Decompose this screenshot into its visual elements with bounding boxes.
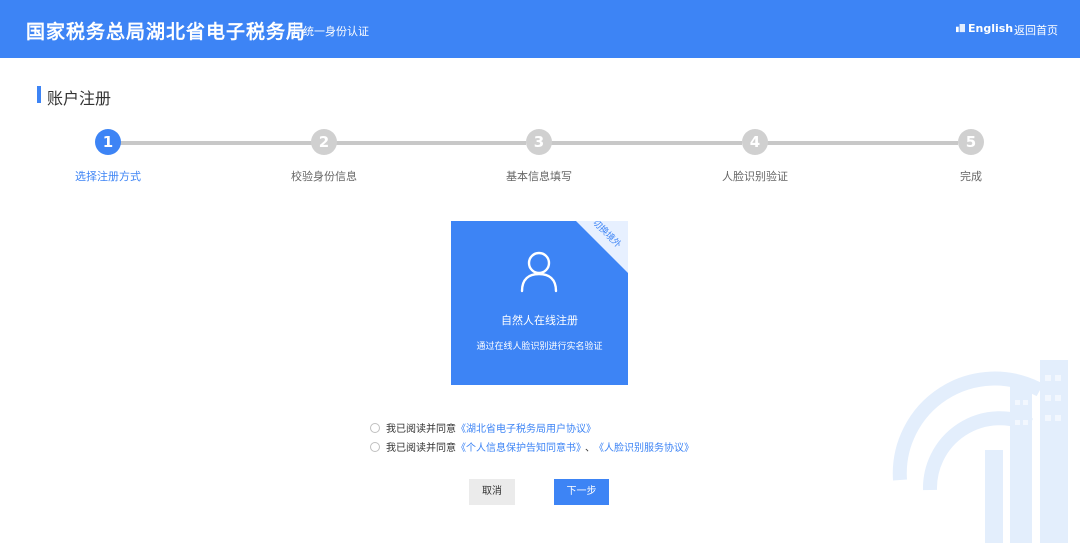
step-1-indicator: 1 (95, 129, 121, 155)
step-2-label: 校验身份信息 (291, 170, 357, 183)
agreement-1-radio[interactable] (370, 423, 380, 433)
agreement-1-prefix: 我已阅读并同意 (386, 424, 456, 435)
step-3-indicator: 3 (526, 129, 552, 155)
agreement-2-radio[interactable] (370, 442, 380, 452)
step-1-label: 选择注册方式 (75, 170, 141, 183)
agreement-row-1: 我已阅读并同意《湖北省电子税务局用户协议》 (370, 420, 596, 435)
back-home-link[interactable]: 返回首页 (1014, 22, 1058, 38)
step-4-label: 人脸识别验证 (722, 170, 788, 183)
page-title: 账户注册 (47, 89, 112, 108)
site-brand-title: 国家税务总局湖北省电子税务局 (26, 21, 307, 43)
language-switch[interactable]: English (956, 22, 1013, 35)
step-connector-1 (120, 141, 312, 145)
tax-emblem-watermark-icon (892, 360, 1068, 543)
step-5-label: 完成 (960, 170, 982, 183)
language-icon (956, 24, 965, 33)
agreement-2-prefix: 我已阅读并同意 (386, 443, 456, 454)
top-header: 国家税务总局湖北省电子税务局 统一身份认证 English 返回首页 (0, 0, 1080, 58)
cancel-button[interactable]: 取消 (469, 479, 515, 505)
step-connector-3 (550, 141, 742, 145)
step-4-indicator: 4 (742, 129, 768, 155)
next-step-button[interactable]: 下一步 (554, 479, 609, 505)
language-label: English (968, 22, 1014, 35)
step-connector-2 (336, 141, 526, 145)
step-connector-4 (766, 141, 958, 145)
step-3-label: 基本信息填写 (506, 170, 572, 183)
card-description: 通过在线人脸识别进行实名验证 (476, 342, 603, 352)
card-title: 自然人在线注册 (501, 314, 578, 327)
natural-person-register-card[interactable]: 切换境外 自然人在线注册 通过在线人脸识别进行实名验证 (451, 221, 628, 385)
header-divider (294, 22, 295, 36)
face-recognition-agreement-link[interactable]: 《人脸识别服务协议》 (599, 443, 694, 454)
agreement-separator: 、 (585, 443, 595, 454)
step-5-indicator: 5 (958, 129, 984, 155)
privacy-consent-link[interactable]: 《个人信息保护告知同意书》 (456, 443, 581, 454)
header-subtitle: 统一身份认证 (303, 25, 369, 38)
step-2-indicator: 2 (311, 129, 337, 155)
agreement-row-2: 我已阅读并同意《个人信息保护告知同意书》、《人脸识别服务协议》 (370, 439, 694, 454)
section-title-marker (37, 86, 41, 103)
user-agreement-link[interactable]: 《湖北省电子税务局用户协议》 (456, 424, 596, 435)
user-icon (520, 251, 558, 293)
